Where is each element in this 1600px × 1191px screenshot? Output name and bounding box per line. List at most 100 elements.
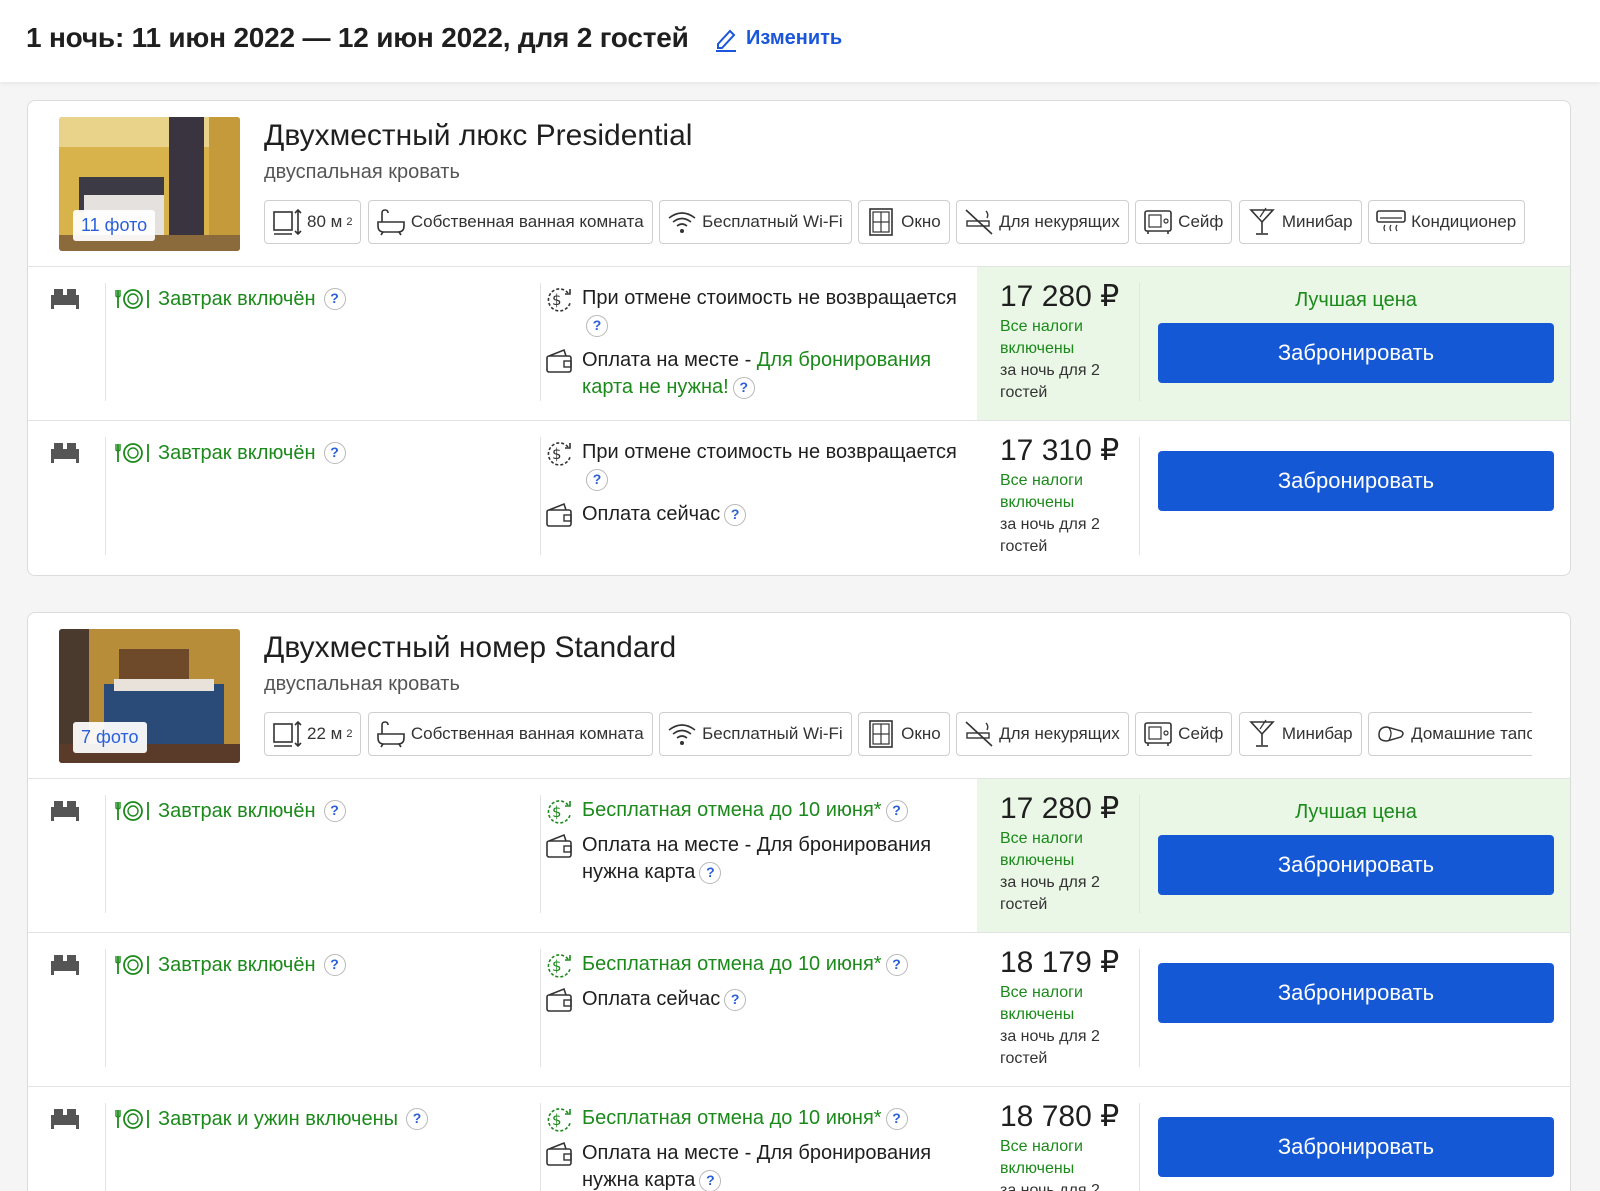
svg-text:$: $ — [552, 291, 562, 309]
taxes-note: Все налоги включены — [1000, 472, 1083, 511]
price: 17 280 ₽ — [1000, 280, 1120, 313]
book-button[interactable]: Забронировать — [1158, 963, 1554, 1023]
room-photo[interactable]: 7 фото — [59, 629, 240, 763]
svg-text:$: $ — [552, 445, 562, 463]
minibar-icon — [1249, 207, 1275, 235]
amenity-bathroom: Собственная ванная комната — [367, 712, 653, 756]
divider — [1139, 437, 1140, 555]
help-icon[interactable]: ? — [586, 468, 608, 491]
taxes-note: Все налоги включены — [1000, 984, 1083, 1023]
book-button[interactable]: Забронировать — [1158, 835, 1554, 895]
price: 17 280 ₽ — [1000, 792, 1120, 825]
amenity-minibar: Минибар — [1238, 712, 1362, 756]
payment-policy: Оплата сейчас? — [544, 986, 964, 1013]
wifi-icon — [668, 212, 696, 233]
divider — [105, 437, 106, 555]
window-icon — [869, 720, 893, 748]
meal-info: Завтрак включён ? — [114, 441, 346, 465]
meal-icon — [115, 955, 149, 975]
bed-icon — [51, 1109, 79, 1129]
room-photo[interactable]: 11 фото — [59, 117, 240, 251]
wifi-icon — [668, 724, 696, 745]
wallet-icon — [546, 833, 572, 858]
help-icon[interactable]: ? — [732, 376, 755, 399]
help-icon[interactable]: ? — [586, 314, 608, 337]
help-icon[interactable]: ? — [323, 800, 346, 822]
price-block: 17 280 ₽ Все налоги включены за ночь для… — [1000, 791, 1128, 916]
photo-count-badge[interactable]: 11 фото — [73, 210, 156, 241]
amenity-area: 22 м2 — [264, 712, 362, 756]
meal-label: Завтрак включён — [158, 799, 316, 822]
help-icon[interactable]: ? — [323, 954, 346, 976]
amenity-window: Окно — [858, 712, 950, 756]
help-icon[interactable]: ? — [406, 1108, 428, 1130]
photo-count-badge[interactable]: 7 фото — [73, 722, 147, 753]
help-icon[interactable]: ? — [724, 503, 747, 526]
amenity-slippers: Домашние тапочки — [1368, 712, 1532, 756]
wallet-icon — [546, 502, 572, 527]
svg-text:$: $ — [552, 803, 562, 821]
svg-text:$: $ — [552, 957, 562, 975]
amenity-air-conditioning: Кондиционер — [1368, 200, 1526, 244]
help-icon[interactable]: ? — [724, 988, 747, 1011]
book-button[interactable]: Забронировать — [1158, 323, 1554, 383]
conditions: $ При отмене стоимость не возвращается? … — [544, 285, 964, 409]
help-icon[interactable]: ? — [699, 1169, 722, 1191]
meal-label: Завтрак включён — [158, 441, 316, 464]
bathtub-icon — [377, 209, 405, 236]
divider — [1139, 1103, 1140, 1191]
per-night-note: за ночь для 2 гостей — [1000, 1028, 1100, 1067]
rate-option: Завтрак и ужин включены ? $ Бесплатная о… — [28, 1087, 1570, 1191]
divider — [540, 949, 541, 1067]
divider — [1139, 949, 1140, 1067]
room-card: 7 фото Двухместный номер Standard двуспа… — [27, 612, 1571, 1191]
divider — [1139, 795, 1140, 913]
cancellation-policy: $ Бесплатная отмена до 10 июня*? — [544, 951, 964, 978]
window-icon — [869, 208, 893, 236]
help-icon[interactable]: ? — [699, 861, 722, 884]
help-icon[interactable]: ? — [885, 953, 908, 976]
free-cancel-icon: $ — [547, 1108, 571, 1132]
help-icon[interactable]: ? — [885, 799, 908, 822]
safe-icon — [1144, 722, 1172, 746]
book-button[interactable]: Забронировать — [1158, 1117, 1554, 1177]
cancellation-policy: $ Бесплатная отмена до 10 июня*? — [544, 1105, 964, 1132]
per-night-note: за ночь для 2 гостей — [1000, 1182, 1100, 1191]
best-price-label: Лучшая цена — [1295, 289, 1417, 311]
meal-icon — [115, 1109, 149, 1129]
conditions: $ При отмене стоимость не возвращается? … — [544, 439, 964, 536]
no-smoking-icon — [965, 209, 993, 235]
taxes-note: Все налоги включены — [1000, 830, 1083, 869]
meal-label: Завтрак включён — [158, 287, 316, 310]
bed-icon — [51, 955, 79, 975]
help-icon[interactable]: ? — [323, 288, 346, 310]
minibar-icon — [1249, 719, 1275, 747]
cancellation-policy: $ Бесплатная отмена до 10 июня*? — [544, 797, 964, 824]
payment-policy: Оплата сейчас? — [544, 501, 964, 528]
room-card: 11 фото Двухместный люкс Presidential дв… — [27, 100, 1571, 576]
rate-option: Завтрак включён ? $ Бесплатная отмена до… — [28, 779, 1570, 933]
per-night-note: за ночь для 2 гостей — [1000, 516, 1100, 555]
cancellation-policy: $ При отмене стоимость не возвращается? — [544, 285, 964, 339]
search-summary-bar: 1 ночь: 11 июн 2022 — 12 июн 2022, для 2… — [0, 0, 1600, 82]
room-title[interactable]: Двухместный люкс Presidential — [264, 119, 692, 153]
edit-search-button[interactable]: Изменить — [714, 24, 842, 52]
amenity-minibar: Минибар — [1238, 200, 1362, 244]
meal-info: Завтрак и ужин включены ? — [114, 1107, 428, 1131]
divider — [105, 949, 106, 1067]
help-icon[interactable]: ? — [885, 1107, 908, 1130]
divider — [540, 283, 541, 401]
taxes-note: Все налоги включены — [1000, 1138, 1083, 1177]
room-title[interactable]: Двухместный номер Standard — [264, 631, 676, 665]
divider — [105, 795, 106, 913]
amenity-safe: Сейф — [1135, 712, 1233, 756]
price-block: 17 280 ₽ Все налоги включены за ночь для… — [1000, 279, 1128, 404]
amenities-list: 80 м2 Собственная ванная комната Бесплат… — [264, 200, 1532, 246]
conditions: $ Бесплатная отмена до 10 июня*? Оплата … — [544, 797, 964, 894]
pencil-icon — [716, 29, 736, 52]
help-icon[interactable]: ? — [323, 442, 346, 464]
payment-policy: Оплата на месте - Для бронирования нужна… — [544, 1140, 964, 1191]
book-button[interactable]: Забронировать — [1158, 451, 1554, 511]
price: 17 310 ₽ — [1000, 434, 1120, 467]
taxes-note: Все налоги включены — [1000, 318, 1083, 357]
